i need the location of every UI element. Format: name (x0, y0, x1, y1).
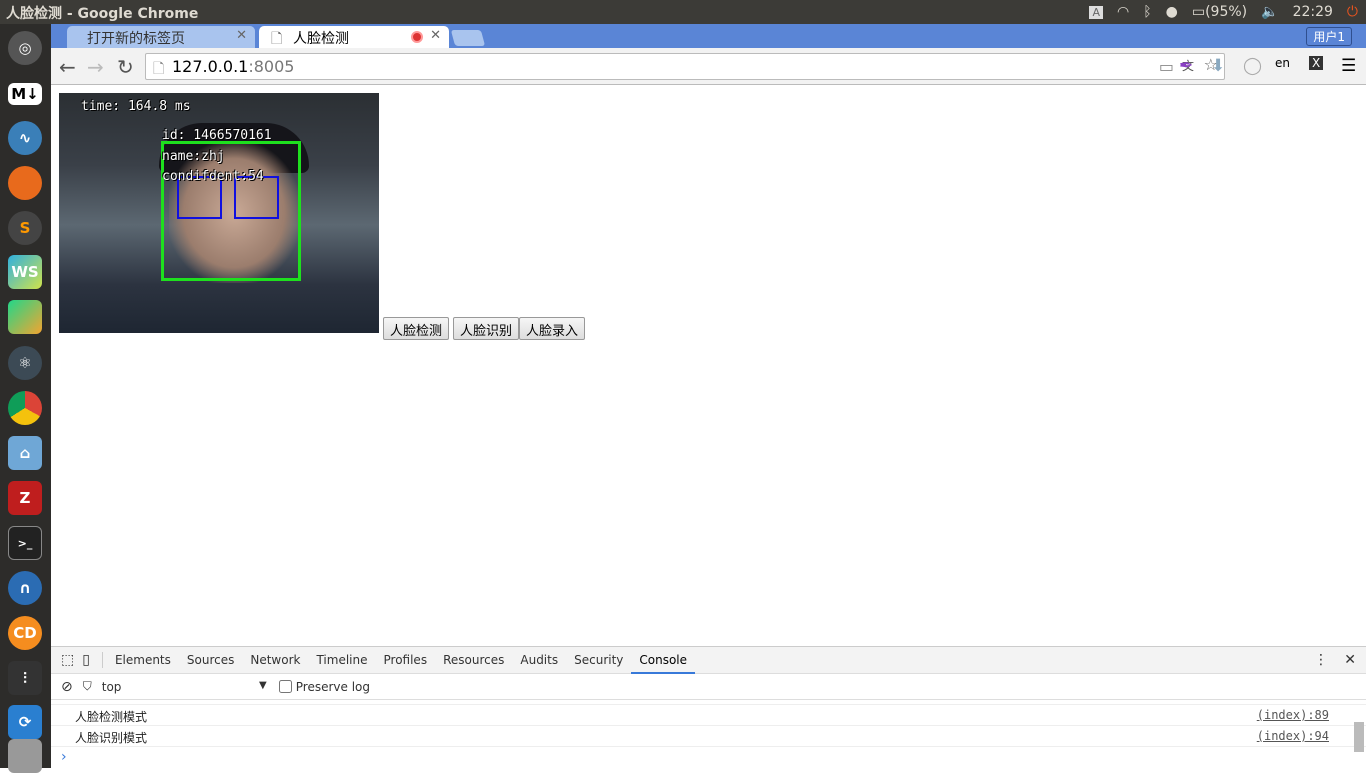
forward-icon[interactable]: → (87, 55, 104, 79)
reload-icon[interactable]: ↻ (117, 55, 134, 79)
atom-icon[interactable]: ⚛ (8, 346, 42, 380)
clear-console-icon[interactable]: ⊘ (61, 679, 73, 695)
clock[interactable]: 22:29 (1293, 4, 1333, 20)
console-scrollbar[interactable] (1354, 702, 1364, 768)
filezilla-icon[interactable]: Z (8, 481, 42, 515)
system-monitor-icon[interactable]: ∿ (8, 121, 42, 155)
dictionary-extension-icon[interactable]: en (1275, 56, 1290, 70)
close-tab-icon[interactable]: ✕ (430, 28, 441, 43)
context-value: top (101, 679, 122, 694)
console-prompt[interactable]: › (51, 747, 1366, 765)
feather-extension-icon[interactable]: ✒ (1179, 56, 1193, 76)
name-label: name:zhj (162, 149, 225, 164)
time-label: time: 164.8 ms (81, 99, 191, 114)
tab-face-detection[interactable]: 🗋 人脸检测 ✕ (259, 26, 449, 48)
preserve-log-checkbox[interactable] (278, 680, 292, 693)
input-method-icon[interactable]: A (1089, 5, 1103, 19)
settings-icon[interactable]: ⫶ (8, 661, 42, 695)
user-profile-button[interactable]: 用户1 (1306, 27, 1352, 46)
files-icon[interactable]: ⌂ (8, 436, 42, 470)
devtools-tab-timeline[interactable]: Timeline (308, 647, 375, 674)
address-bar[interactable]: 🗋 127.0.0.1:8005 ▭ 文 ☆ (145, 53, 1225, 80)
message-text: 人脸识别模式 (75, 731, 148, 745)
tab-label: 人脸检测 (293, 31, 349, 47)
launcher: ◎ M↓ ∿ S WS ⚛ ⌂ Z >_ ∩ CD ⫶ ⟳ (0, 24, 51, 773)
camera-icon[interactable]: ▭ (1159, 57, 1174, 76)
message-source-link[interactable]: (index):94 (1257, 729, 1329, 743)
devtools-tab-elements[interactable]: Elements (107, 647, 179, 674)
url-host: 127.0.0.1 (172, 57, 249, 76)
pycharm-icon[interactable] (8, 300, 42, 334)
volume-icon[interactable]: 🔈 (1261, 4, 1278, 20)
window-title: 人脸检测 - Google Chrome (6, 6, 199, 22)
id-label: id: 1466570161 (162, 128, 272, 143)
devtools-panel: ⬚ ▯ Elements Sources Network Timeline Pr… (51, 646, 1366, 768)
webstorm-icon[interactable]: WS (8, 255, 42, 289)
circle-extension-icon[interactable]: ◯ (1243, 56, 1262, 76)
tab-new-tab[interactable]: 打开新的标签页 ✕ (67, 26, 255, 48)
bluetooth-icon[interactable]: ᛒ (1143, 4, 1151, 20)
devtools-tab-audits[interactable]: Audits (512, 647, 566, 674)
back-icon[interactable]: ← (59, 55, 76, 79)
context-selector[interactable]: top ▼ (102, 680, 267, 694)
menu-icon[interactable]: ☰ (1341, 56, 1356, 76)
devtools-tab-sources[interactable]: Sources (179, 647, 242, 674)
tab-strip: 打开新的标签页 ✕ 🗋 人脸检测 ✕ 用户1 (51, 24, 1366, 48)
face-recognition-button[interactable]: 人脸识别 (453, 317, 520, 340)
confidence-label: condifdent:54 (162, 169, 264, 184)
device-mode-icon[interactable]: ▯ (82, 652, 90, 668)
close-devtools-icon[interactable]: ✕ (1344, 652, 1356, 668)
page-icon: 🗋 (153, 61, 165, 77)
terminal-icon[interactable]: >_ (8, 526, 42, 560)
more-options-icon[interactable]: ⋮ (1314, 652, 1328, 668)
sublime-icon[interactable]: S (8, 211, 42, 245)
devtools-tab-security[interactable]: Security (566, 647, 631, 674)
scrollbar-thumb[interactable] (1354, 722, 1364, 752)
markdown-icon[interactable]: M↓ (8, 83, 42, 105)
console-message: 人脸识别模式 (index):94 (51, 726, 1366, 747)
devtools-tabs: ⬚ ▯ Elements Sources Network Timeline Pr… (51, 647, 1366, 674)
inspect-element-icon[interactable]: ⬚ (61, 652, 74, 668)
message-text: 人脸检测模式 (75, 710, 148, 724)
filter-icon[interactable]: ⛉ (83, 679, 92, 694)
battery-icon: ▭ (1191, 4, 1206, 20)
console-toolbar: ⊘ ⛉ top ▼ Preserve log (51, 674, 1366, 700)
prompt-chevron-icon: › (61, 749, 67, 765)
messaging-icon[interactable]: ● (1166, 4, 1178, 20)
face-detection-button[interactable]: 人脸检测 (383, 317, 450, 340)
mode-buttons: 人脸检测 人脸识别 人脸录入 (383, 317, 589, 340)
power-icon[interactable]: ⏻ (1347, 4, 1358, 20)
browser-toolbar: ← → ↻ 🗋 127.0.0.1:8005 ▭ 文 ☆ ✒ ⬇ ◯ en X … (51, 48, 1366, 85)
battery-indicator[interactable]: ▭(95%) (1192, 4, 1247, 20)
message-source-link[interactable]: (index):89 (1257, 708, 1329, 722)
system-tray: A ◠ ᛒ ● ▭(95%) 🔈 22:29 ⏻ (1089, 0, 1358, 24)
firefox-icon[interactable] (8, 166, 42, 200)
camera-feed: time: 164.8 ms id: 1466570161 name:zhj c… (59, 93, 379, 333)
page-content: time: 164.8 ms id: 1466570161 name:zhj c… (51, 85, 1366, 646)
preserve-log-label: Preserve log (295, 679, 370, 694)
chrome-icon[interactable] (8, 391, 42, 425)
wifi-icon[interactable]: ◠ (1117, 4, 1129, 20)
dropdown-arrow-icon: ▼ (259, 679, 267, 691)
codeblocks-icon[interactable]: CD (8, 616, 42, 650)
wireshark-icon[interactable]: ∩ (8, 571, 42, 605)
face-enrollment-button[interactable]: 人脸录入 (519, 317, 586, 340)
divider (101, 652, 103, 668)
download-extension-icon[interactable]: ⬇ (1211, 56, 1225, 76)
devtools-tab-resources[interactable]: Resources (435, 647, 512, 674)
recording-icon (411, 31, 423, 43)
devtools-tab-network[interactable]: Network (242, 647, 308, 674)
devtools-tab-console[interactable]: Console (631, 647, 696, 674)
window-title-bar: 人脸检测 - Google Chrome A ◠ ᛒ ● ▭(95%) 🔈 22… (0, 0, 1366, 24)
url-port: :8005 (248, 57, 295, 76)
x-extension-icon[interactable]: X (1309, 56, 1324, 70)
ubuntu-dash-icon[interactable]: ◎ (8, 31, 42, 65)
software-updater-icon[interactable]: ⟳ (8, 705, 42, 739)
devtools-tab-profiles[interactable]: Profiles (376, 647, 436, 674)
battery-percent: (95%) (1205, 4, 1248, 20)
close-tab-icon[interactable]: ✕ (236, 28, 247, 43)
tab-label: 打开新的标签页 (87, 31, 185, 47)
new-tab-button[interactable] (450, 30, 486, 46)
console-message: 人脸检测模式 (index):89 (51, 705, 1366, 726)
